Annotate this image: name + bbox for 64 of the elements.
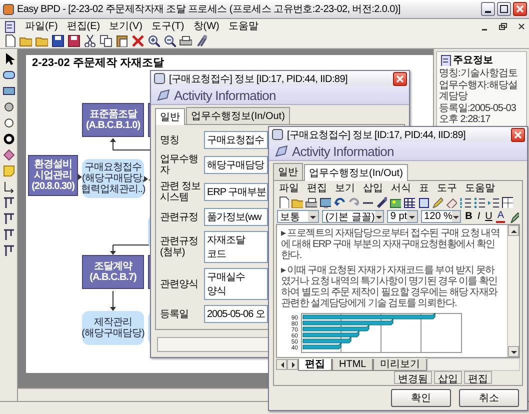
panel-title: 주요정보 [453, 54, 493, 67]
field-label: 업무수행자 [160, 154, 199, 176]
status-text: 편집 [464, 371, 492, 384]
activity-box: 표준품조달 (A.B.C.B.1.0) [82, 103, 144, 137]
activity-box: 조달계약 (A.B.C.B.7) [82, 255, 144, 289]
dialog-button[interactable]: 취소 [459, 389, 519, 407]
menu-item[interactable]: 도구(T) [151, 19, 184, 33]
tab[interactable]: 업무수행정보(In/Out) [186, 107, 290, 124]
tab[interactable]: 일반 [155, 108, 185, 125]
menu-item[interactable]: 파일 [279, 181, 299, 195]
field-label: 관련규정 [160, 212, 199, 222]
view-tab[interactable]: 편집 [298, 358, 332, 370]
input-field[interactable]: 해당구매담당 [204, 156, 268, 174]
menu-item[interactable]: 창(W) [193, 19, 220, 33]
font-dropdown[interactable]: (기본 글꼴) [322, 210, 384, 223]
paragraph: ▸ 프로젝트의 자재담당으로부터 접수된 구매 요청 내역에 대해 ERP 구매 부분의 자재구매요청현황에서 확인한다. [281, 228, 500, 261]
field-label: 등록일 [160, 308, 190, 320]
menu-item[interactable]: 편집(E) [66, 19, 100, 33]
menu-item[interactable]: 서식 [391, 181, 411, 195]
menu-item[interactable]: 표 [419, 181, 429, 195]
menu-item[interactable]: 도움말 [228, 19, 258, 33]
menu-item[interactable]: 보기(V) [109, 19, 142, 33]
info-text: 등록일:2005-05-03 오후 2:28:17 [439, 103, 517, 125]
size-dropdown[interactable]: 9 pt [387, 210, 418, 223]
diagram-title: 2-23-02 주문제작 자재조달 [32, 57, 164, 69]
style-dropdown[interactable]: 보통 [277, 210, 320, 223]
task-box: 구매요청접수 (해당구매담당, 협력업체관리..) [82, 159, 144, 198]
status-text: 삽입 [434, 371, 462, 384]
italic-button[interactable]: I [476, 211, 482, 222]
input-field[interactable]: ERP 구매부분 [204, 183, 268, 201]
zoom-dropdown[interactable]: 120 % [421, 210, 462, 223]
field-label: 관련양식 [160, 278, 199, 290]
field-label: 관련규정(첨부) [160, 236, 199, 258]
header-title: Activity Information [174, 88, 276, 102]
input-field[interactable]: 구매요청접수 [204, 131, 268, 149]
menu-item[interactable]: 파일(F) [25, 19, 58, 33]
tab[interactable]: 일반 [273, 163, 303, 180]
view-tab[interactable]: HTML [332, 358, 374, 370]
bold-button[interactable]: B [464, 211, 474, 222]
underline-button[interactable]: U [484, 211, 494, 222]
input-field[interactable]: 2005-05-06 오 [204, 305, 268, 323]
text-area[interactable]: 자재조달 코드 [204, 231, 268, 263]
status-text: 변경됨 [394, 371, 432, 384]
window-title: [구매요청접수] 정보 [ID:17, PID:44, IID:89] [287, 128, 466, 142]
info-text: 업무수행자:해당설계담당 [439, 80, 518, 102]
activity-box: 환경설비 시업관리 (20.8.0.30) [28, 155, 78, 196]
menu-item[interactable]: 도구 [437, 181, 457, 195]
field-label: 관련 정보시스템 [160, 181, 202, 203]
menu-item[interactable]: 보기 [335, 181, 355, 195]
dialog-button[interactable]: 확인 [391, 389, 451, 407]
window-title: Easy BPD - [2-23-02 주문제작자재 조달 프로세스 (프로세스 고유번호:2-23-02, 버전:2.0.0)] [17, 3, 402, 16]
field-label: 명칭 [160, 134, 180, 146]
tab[interactable]: 업무수행정보(In/Out) [304, 164, 408, 181]
menu-item[interactable]: 삽입 [363, 181, 383, 195]
view-tab[interactable]: 미리보기 [373, 358, 428, 370]
header-title: Activity Information [292, 144, 394, 158]
info-text: 명칭:기술사항검토 [439, 68, 518, 79]
text-area[interactable]: 구매실수 양식 [204, 268, 268, 300]
input-field[interactable]: 품가정보(ww [204, 208, 268, 226]
paragraph: ▸ 이때 구매 요청된 자재가 자재코드를 부여 받지 못하였거나 요청 내역의 특기사항이 명기된 경우 이를 확인하여 별도의 주문 제작이 필요할 경우에는 해당 자재와 관련한 설계담당에게 기술 검토를 의뢰한다. [281, 265, 499, 309]
task-box: 제작관리 (해당구매담당) [82, 311, 144, 345]
menu-item[interactable]: 편집 [307, 181, 327, 195]
menu-item[interactable]: 도움말 [465, 181, 495, 195]
window-title: [구매요청접수] 정보 [ID:17, PID:44, IID:89] [169, 72, 348, 86]
